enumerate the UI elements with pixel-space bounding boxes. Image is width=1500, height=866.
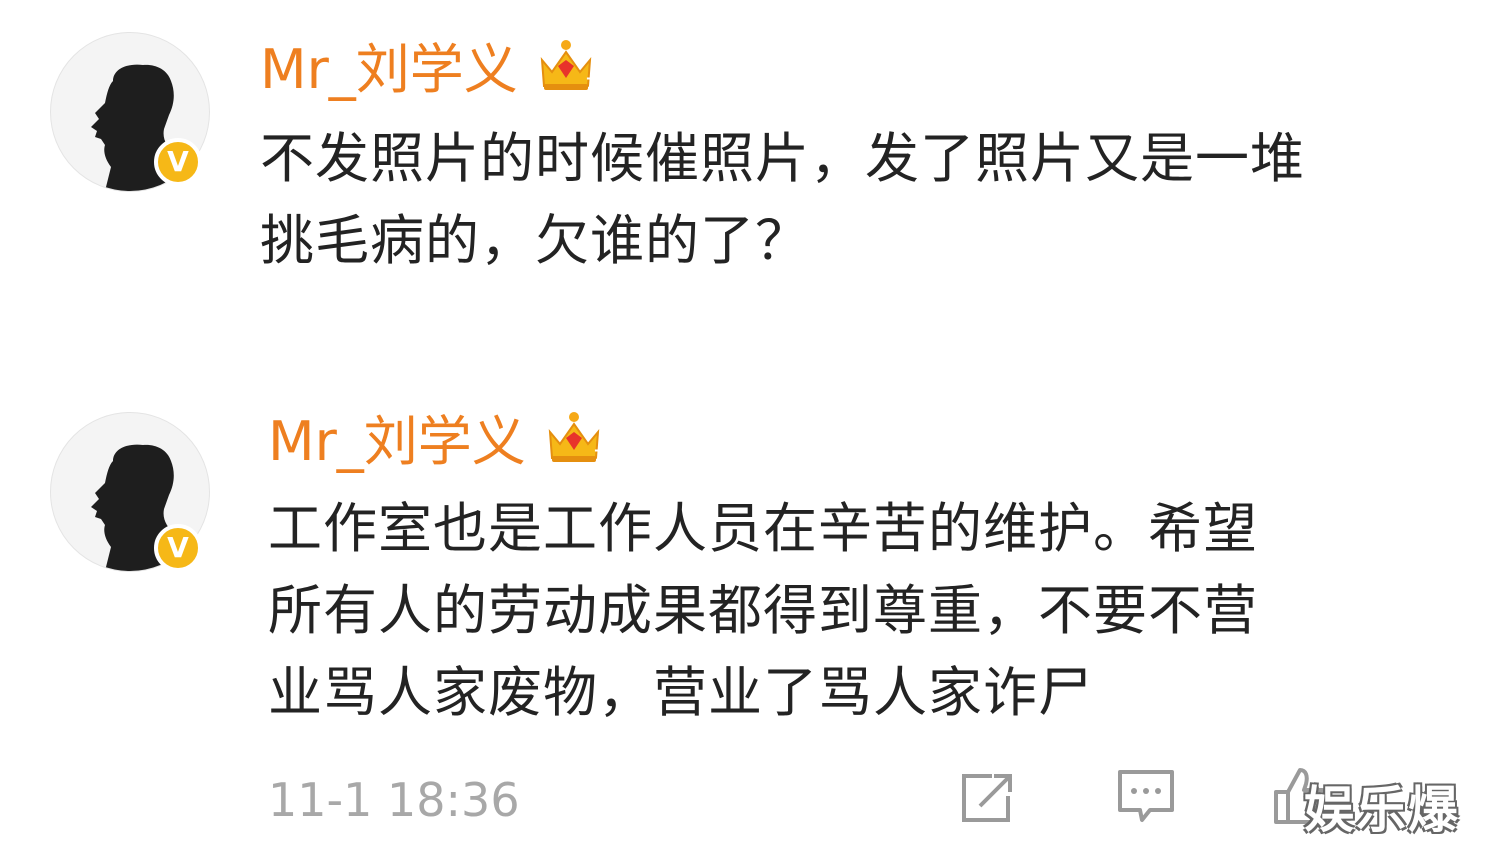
comment-line: 不发照片的时候催照片，发了照片又是一堆 bbox=[260, 127, 1305, 190]
level-label: 7 bbox=[586, 76, 596, 92]
timestamp: 11-1 18:36 bbox=[268, 773, 520, 827]
comment-text: 不发照片的时候催照片，发了照片又是一堆 挑毛病的，欠谁的了？ bbox=[260, 118, 1305, 282]
comment-line: 挑毛病的，欠谁的了？ bbox=[260, 209, 810, 272]
crown-icon: 7 bbox=[548, 412, 604, 464]
comment-line: 工作室也是工作人员在辛苦的维护。希望 bbox=[268, 497, 1258, 560]
share-icon[interactable] bbox=[958, 770, 1018, 826]
level-label: 7 bbox=[594, 448, 604, 464]
username[interactable]: Mr_刘学义 bbox=[260, 40, 518, 100]
comment-line: 所有人的劳动成果都得到尊重，不要不营 bbox=[268, 579, 1258, 642]
comment-item: V Mr_刘学义 7 工作室也是工作人员在辛苦的维护。希望 所有人的劳动成果都得… bbox=[0, 372, 1500, 866]
verified-badge: V bbox=[154, 138, 202, 186]
username[interactable]: Mr_刘学义 bbox=[268, 412, 526, 472]
comment-line: 业骂人家废物，营业了骂人家诈尸 bbox=[268, 661, 1093, 724]
watermark: 娱乐爆 bbox=[1304, 781, 1460, 839]
crown-icon: 7 bbox=[540, 40, 596, 92]
comment-item: V Mr_刘学义 7 不发照片的时候催照片，发了照片又是一堆 挑毛病的，欠谁的了… bbox=[0, 0, 1500, 372]
stitch-divider bbox=[0, 366, 1500, 378]
verified-badge: V bbox=[154, 524, 202, 572]
comment-text: 工作室也是工作人员在辛苦的维护。希望 所有人的劳动成果都得到尊重，不要不营 业骂… bbox=[268, 488, 1258, 734]
comment-icon[interactable] bbox=[1116, 768, 1176, 826]
